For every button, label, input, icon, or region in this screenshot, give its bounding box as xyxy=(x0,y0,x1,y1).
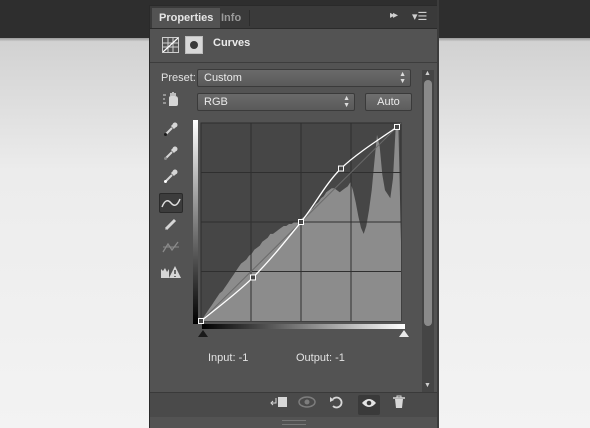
curve-point-tool-icon[interactable] xyxy=(159,193,183,213)
black-point-slider[interactable] xyxy=(198,330,208,337)
scrollbar-thumb[interactable] xyxy=(424,80,432,326)
trash-icon[interactable] xyxy=(388,395,410,415)
toggle-visibility-icon[interactable] xyxy=(358,395,380,415)
target-adjust-hand-icon[interactable] xyxy=(159,92,183,112)
curve-point xyxy=(298,219,304,225)
clipping-warning-icon[interactable] xyxy=(159,264,183,284)
curve-point xyxy=(198,318,204,324)
curve-point xyxy=(394,123,400,130)
curve-point xyxy=(250,274,256,281)
panel-scrollbar[interactable]: ▲ ▼ xyxy=(422,70,434,392)
panel-tab-bar: Properties Info ▸▸ ▾☰ xyxy=(150,6,437,29)
adjustment-header: Curves xyxy=(150,29,437,63)
white-point-eyedropper-icon[interactable] xyxy=(159,168,183,188)
panel-menu-icon[interactable]: ▾☰ xyxy=(412,10,427,23)
scroll-up-icon[interactable]: ▲ xyxy=(424,70,431,77)
output-label: Output: xyxy=(296,352,333,364)
output-value: -1 xyxy=(335,352,345,364)
layer-mask-icon[interactable] xyxy=(185,36,203,54)
black-point-eyedropper-icon[interactable] xyxy=(159,121,183,141)
white-point-slider[interactable] xyxy=(399,330,409,337)
select-arrows-icon: ▲ ▼ xyxy=(343,95,350,109)
curve-point xyxy=(338,165,344,172)
tab-properties[interactable]: Properties xyxy=(152,8,221,28)
clip-to-layer-icon[interactable] xyxy=(268,395,290,415)
reset-icon[interactable] xyxy=(326,395,348,415)
tab-info[interactable]: Info xyxy=(214,8,248,28)
channel-select[interactable]: RGB ▲ ▼ xyxy=(197,93,355,111)
input-value: -1 xyxy=(238,352,249,364)
view-previous-state-icon[interactable] xyxy=(296,395,318,415)
channel-value: RGB xyxy=(204,96,228,108)
properties-panel: Properties Info ▸▸ ▾☰ Curves Preset: Cus… xyxy=(150,6,437,428)
collapse-icon[interactable]: ▸▸ xyxy=(390,10,398,21)
input-gradient xyxy=(202,324,405,329)
dock-edge xyxy=(437,0,439,428)
pencil-icon[interactable] xyxy=(159,216,183,236)
preset-value: Custom xyxy=(204,72,242,84)
panel-footer xyxy=(150,392,437,417)
panel-title: Curves xyxy=(213,37,251,49)
tab-divider xyxy=(249,10,250,26)
curves-graph[interactable] xyxy=(196,120,406,324)
preset-select[interactable]: Custom ▲ ▼ xyxy=(197,69,411,87)
output-readout: Output: -1 xyxy=(296,352,345,364)
smooth-curve-icon[interactable] xyxy=(159,239,183,259)
scroll-down-icon[interactable]: ▼ xyxy=(424,382,431,389)
preset-label: Preset: xyxy=(161,72,196,84)
input-readout: Input: -1 xyxy=(208,352,248,364)
resize-grip[interactable] xyxy=(282,420,306,425)
auto-button[interactable]: Auto xyxy=(365,93,412,111)
gray-point-eyedropper-icon[interactable] xyxy=(159,145,183,165)
input-label: Input: xyxy=(208,352,236,364)
curves-adjustment-icon[interactable] xyxy=(162,37,179,53)
select-arrows-icon: ▲ ▼ xyxy=(399,71,406,85)
